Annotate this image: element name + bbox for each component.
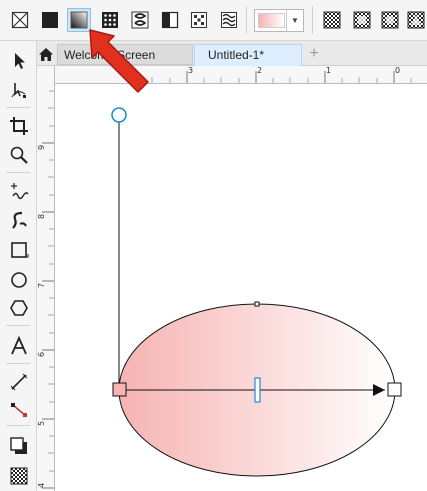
text-tool-icon[interactable] bbox=[6, 333, 32, 359]
texture-fill-icon[interactable] bbox=[187, 8, 211, 32]
rotation-handle[interactable] bbox=[111, 107, 127, 123]
gradient-start-node[interactable] bbox=[112, 382, 127, 397]
fill-color-swatch bbox=[258, 13, 285, 28]
postscript-fill-icon[interactable] bbox=[217, 8, 241, 32]
ruler-label: 7 bbox=[37, 282, 47, 289]
toolbox bbox=[0, 41, 37, 491]
ruler-label: 2 bbox=[257, 66, 263, 75]
ruler-label: 1 bbox=[326, 66, 332, 75]
two-color-pattern-fill-icon[interactable] bbox=[158, 8, 182, 32]
property-bar: ▼ bbox=[0, 0, 427, 41]
fill-color-dropdown[interactable]: ▼ bbox=[254, 9, 304, 32]
ruler-label: 9 bbox=[37, 144, 47, 151]
checker-elliptical-icon[interactable] bbox=[378, 8, 402, 32]
artistic-media-icon[interactable] bbox=[6, 207, 32, 233]
gradient-midpoint-slider[interactable] bbox=[254, 377, 261, 403]
shape-tool-icon[interactable] bbox=[6, 77, 32, 103]
drawing-canvas[interactable] bbox=[55, 84, 427, 491]
ruler-label: 6 bbox=[37, 351, 47, 358]
ruler-label: 5 bbox=[37, 420, 47, 427]
add-tab-button[interactable]: + bbox=[305, 45, 323, 63]
uniform-fill-icon[interactable] bbox=[38, 8, 62, 32]
vertical-ruler[interactable]: 9 8 7 6 5 4 bbox=[37, 66, 55, 491]
freehand-tool-icon[interactable] bbox=[6, 178, 32, 204]
pick-tool-icon[interactable] bbox=[6, 48, 32, 74]
ruler-label: 8 bbox=[37, 213, 47, 220]
no-fill-icon[interactable] bbox=[8, 8, 32, 32]
polygon-tool-icon[interactable] bbox=[6, 295, 32, 321]
crop-tool-icon[interactable] bbox=[6, 113, 32, 139]
chevron-down-icon[interactable]: ▼ bbox=[286, 10, 303, 31]
rectangle-tool-icon[interactable] bbox=[6, 237, 32, 263]
checker-transparency-icon[interactable] bbox=[320, 8, 344, 32]
home-icon[interactable] bbox=[37, 43, 55, 65]
checker-linear-icon[interactable] bbox=[350, 8, 374, 32]
top-node-handle[interactable] bbox=[254, 301, 260, 307]
ellipse-tool-icon[interactable] bbox=[6, 267, 32, 293]
checker-conical-icon[interactable] bbox=[404, 8, 427, 32]
annotation-arrow bbox=[80, 20, 160, 107]
tab-untitled-document[interactable]: Untitled-1* bbox=[194, 44, 302, 66]
zoom-tool-icon[interactable] bbox=[6, 142, 32, 168]
ruler-label: 4 bbox=[37, 482, 47, 489]
ruler-label: 3 bbox=[188, 66, 194, 75]
ruler-label: 0 bbox=[395, 66, 401, 75]
drop-shadow-icon[interactable] bbox=[6, 433, 32, 459]
parallel-dimension-icon[interactable] bbox=[6, 369, 32, 395]
connector-tool-icon[interactable] bbox=[6, 397, 32, 423]
transparency-tool-icon[interactable] bbox=[6, 463, 32, 489]
gradient-end-node[interactable] bbox=[387, 382, 402, 397]
